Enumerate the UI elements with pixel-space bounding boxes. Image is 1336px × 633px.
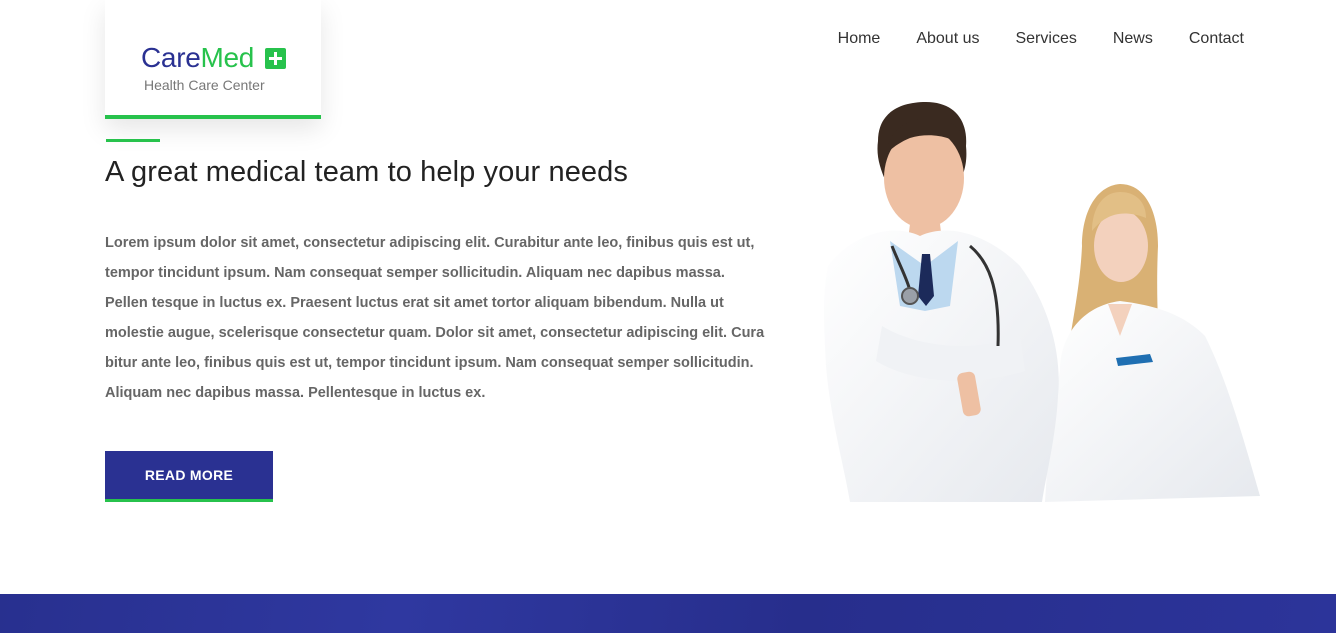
footer-band	[0, 594, 1336, 633]
logo[interactable]: CareMed Health Care Center	[105, 0, 321, 119]
logo-text-care: Care	[141, 42, 201, 73]
read-more-button[interactable]: READ MORE	[105, 451, 273, 502]
nav-item-services[interactable]: Services	[1015, 30, 1076, 48]
logo-text-med: Med	[200, 42, 255, 73]
nav-item-home[interactable]: Home	[838, 30, 881, 48]
nav-item-about-us[interactable]: About us	[916, 30, 979, 48]
plus-icon	[265, 48, 286, 69]
logo-wordmark: CareMed	[141, 44, 254, 72]
nav-item-contact[interactable]: Contact	[1189, 30, 1244, 48]
main-nav: Home About us Services News Contact	[838, 30, 1244, 48]
heading-accent-line	[106, 139, 160, 142]
hero-heading: A great medical team to help your needs	[105, 156, 628, 188]
nav-item-news[interactable]: News	[1113, 30, 1153, 48]
hero-body-text: Lorem ipsum dolor sit amet, consectetur …	[105, 235, 765, 401]
doctors-photo	[824, 102, 1260, 502]
logo-tagline: Health Care Center	[144, 77, 265, 93]
